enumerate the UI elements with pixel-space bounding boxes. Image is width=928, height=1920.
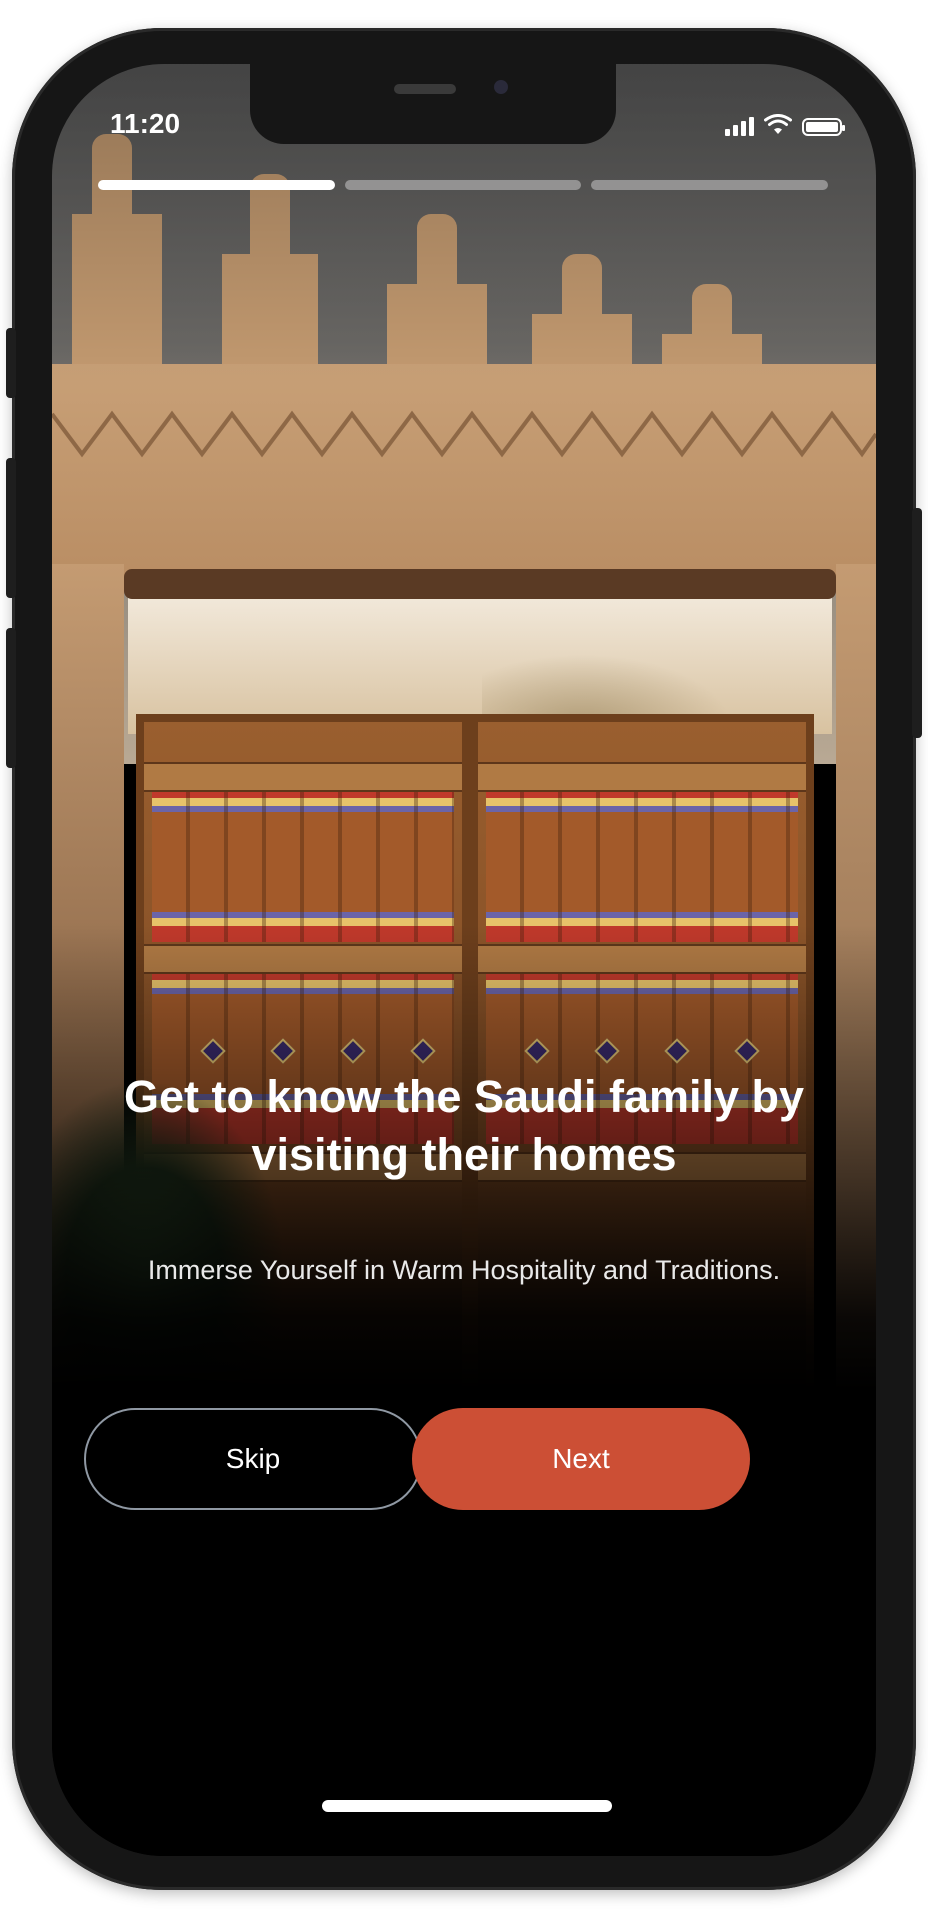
- skip-button[interactable]: Skip: [84, 1408, 422, 1510]
- power-button: [912, 508, 922, 738]
- app-screen: 11:20 Get to know the Saudi family by vi…: [52, 64, 876, 1856]
- progress-step-1: [98, 180, 335, 190]
- home-indicator[interactable]: [322, 1800, 612, 1812]
- onboarding-subtitle: Immerse Yourself in Warm Hospitality and…: [147, 1255, 781, 1285]
- phone-frame: 11:20 Get to know the Saudi family by vi…: [6, 28, 922, 1890]
- volume-down-button: [6, 628, 16, 768]
- status-time: 11:20: [110, 108, 181, 139]
- cellular-signal-icon: [725, 116, 754, 136]
- progress-step-3: [591, 180, 829, 190]
- speaker-grille: [394, 84, 456, 94]
- status-icons: [725, 110, 845, 136]
- onboarding-title: Get to know the Saudi family by visiting…: [123, 1071, 805, 1180]
- skip-button-label: Skip: [225, 1443, 281, 1474]
- battery-icon: [802, 118, 845, 136]
- onboarding-progress: [98, 180, 829, 190]
- next-button[interactable]: Next: [412, 1408, 750, 1510]
- wifi-icon: [764, 114, 792, 134]
- battery-level: [806, 122, 838, 132]
- front-camera: [494, 80, 508, 94]
- volume-up-button: [6, 458, 16, 598]
- device-notch: [250, 64, 616, 144]
- silent-switch: [6, 328, 16, 398]
- next-button-label: Next: [552, 1443, 610, 1474]
- progress-step-2: [344, 180, 582, 190]
- photo-dark-gradient-overlay: [52, 64, 876, 1856]
- background-photo-traditional-door: [52, 64, 876, 1856]
